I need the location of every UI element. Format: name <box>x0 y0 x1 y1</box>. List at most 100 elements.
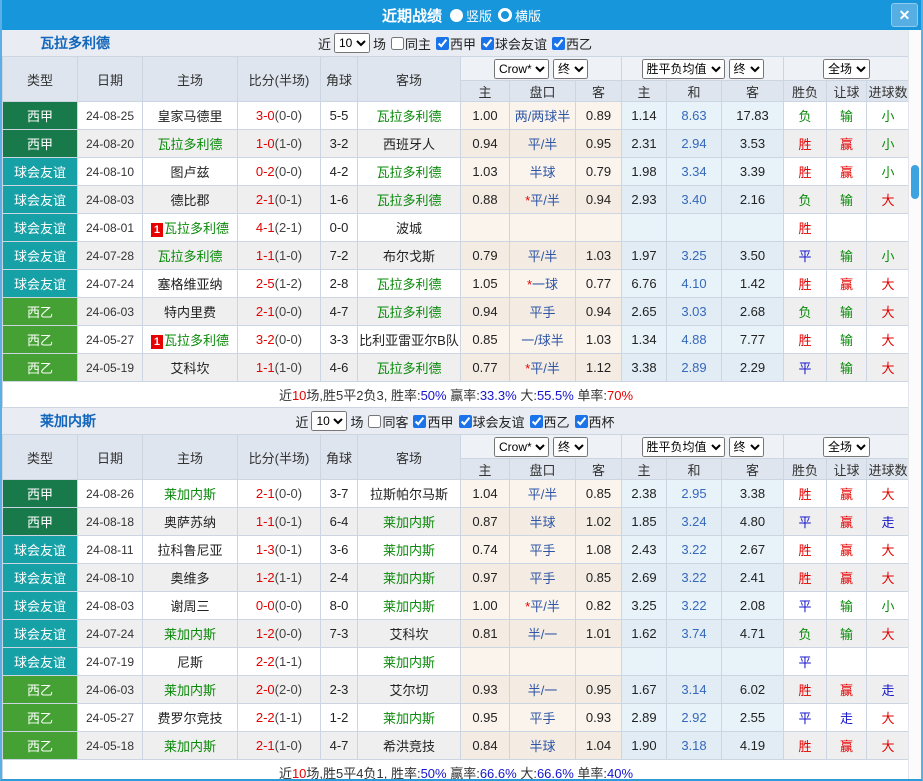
avg-draw: 3.22 <box>666 535 722 564</box>
scope-select[interactable]: 全场 <box>823 436 871 457</box>
corners: 7-3 <box>320 619 358 648</box>
summary-segment: 场,胜5平2负3, 胜率: <box>306 388 421 403</box>
match-date: 24-05-27 <box>77 325 143 354</box>
avg-state-select[interactable]: 终 <box>728 436 764 457</box>
avg-draw: 3.34 <box>666 157 722 186</box>
sub-column-header: 胜负 <box>783 458 828 480</box>
odds-home: 0.94 <box>460 297 510 326</box>
avg-away: 17.83 <box>720 101 785 130</box>
league-badge: 西乙 <box>2 675 78 704</box>
away-team-name: 瓦拉多利德 <box>376 165 442 180</box>
avg-state-select[interactable]: 终 <box>728 58 764 79</box>
league-checkbox[interactable] <box>574 414 588 428</box>
fulltime-score: 1-3 <box>255 542 275 557</box>
corners: 3-2 <box>320 129 358 158</box>
avg-home <box>621 647 667 676</box>
score: 1-0(1-0) <box>237 129 321 158</box>
league-checkbox[interactable] <box>481 36 495 50</box>
scrollbar-track[interactable] <box>908 30 921 779</box>
away-team: 莱加内斯 <box>357 507 461 536</box>
away-team-name: 拉斯帕尔马斯 <box>369 487 448 502</box>
result-goals: 大 <box>866 731 908 760</box>
summary-segment: 赢率: <box>446 766 480 779</box>
home-team-name: 拉科鲁尼亚 <box>157 543 223 558</box>
result-handicap: 输 <box>826 101 868 130</box>
avg-away: 3.39 <box>720 157 785 186</box>
score: 1-1(1-0) <box>237 353 321 382</box>
odds-home: 0.93 <box>460 675 510 704</box>
odds-home: 0.81 <box>460 619 510 648</box>
summary-segment: 55.5% <box>536 388 574 403</box>
layout-radio-vertical[interactable] <box>449 8 463 22</box>
sub-column-header: 客 <box>575 458 622 480</box>
league-checkbox[interactable] <box>436 36 449 50</box>
result-goals: 大 <box>866 479 908 508</box>
result-goals: 走 <box>866 675 908 704</box>
match-row: 球会友谊 24-08-01 1 瓦拉多利德 4-1(2-1) 0-0 波城胜 <box>2 213 908 242</box>
halftime-score: (1-1) <box>274 654 303 669</box>
away-team-name: 莱加内斯 <box>382 711 435 726</box>
odds-source-select[interactable]: Crow* <box>494 58 549 79</box>
recent-count-select[interactable]: 10 <box>333 33 370 53</box>
scope-select[interactable]: 全场 <box>823 58 871 79</box>
fulltime-score: 2-1 <box>255 192 275 207</box>
result-goals: 大 <box>866 185 908 214</box>
avg-away: 2.08 <box>720 591 785 620</box>
league-checkbox-label: 西乙 <box>566 36 593 52</box>
odds-state-select[interactable]: 终 <box>553 58 588 79</box>
league-checkbox[interactable] <box>458 414 472 428</box>
close-button[interactable]: ✕ <box>891 3 918 27</box>
tables-area: 瓦拉多利德近 10 场同主 西甲 球会友谊 西乙 类型 日期 主场 比分(半场) 角球 客场 Crow*… <box>2 30 908 779</box>
fulltime-score: 3-2 <box>255 332 275 347</box>
same-venue-checkbox[interactable] <box>368 414 382 428</box>
sub-column-header: 客 <box>720 80 785 102</box>
handicap: *一球 <box>509 269 576 298</box>
layout-radio-horizontal[interactable] <box>498 8 512 22</box>
handicap: 两/两球半 <box>509 101 576 130</box>
league-badge: 西甲 <box>2 479 78 508</box>
column-header: 主场 <box>142 434 238 480</box>
games-label: 场 <box>372 36 386 52</box>
result-outcome: 平 <box>783 353 828 382</box>
fulltime-score: 2-1 <box>255 486 275 501</box>
summary-segment: 单率: <box>573 388 608 403</box>
score: 1-3(0-1) <box>237 535 321 564</box>
match-date: 24-05-18 <box>77 731 143 760</box>
sub-column-header: 进球数 <box>866 80 908 102</box>
scrollbar-thumb[interactable] <box>911 165 919 199</box>
away-team: 拉斯帕尔马斯 <box>357 479 461 508</box>
away-team: 艾尔切 <box>357 675 461 704</box>
summary-segment: 66.6% <box>479 766 517 779</box>
score: 1-1(0-1) <box>237 507 321 536</box>
avg-type-select[interactable]: 胜平负均值 <box>641 58 725 79</box>
league-checkbox-label: 西杯 <box>588 414 615 430</box>
sub-column-header: 和 <box>666 80 722 102</box>
avg-type-select[interactable]: 胜平负均值 <box>641 436 725 457</box>
odds-away: 1.01 <box>575 619 622 648</box>
result-handicap: 输 <box>826 619 868 648</box>
home-team-name: 瓦拉多利德 <box>163 333 229 348</box>
column-header: 客场 <box>357 56 461 102</box>
match-date: 24-08-25 <box>77 101 143 130</box>
result-outcome: 胜 <box>783 325 828 354</box>
corners <box>320 647 358 676</box>
odds-source-select[interactable]: Crow* <box>494 436 549 457</box>
away-team: 比利亚雷亚尔B队 <box>357 325 461 354</box>
league-checkbox[interactable] <box>413 414 427 428</box>
header-row-top: 类型 日期 主场 比分(半场) 角球 客场 Crow* 终胜平负均值终全场 <box>2 56 908 102</box>
home-team: 奥维多 <box>142 563 238 592</box>
league-checkbox[interactable] <box>552 36 566 50</box>
fulltime-score: 2-0 <box>255 682 275 697</box>
match-date: 24-07-24 <box>77 269 143 298</box>
odds-state-select[interactable]: 终 <box>553 436 588 457</box>
result-goals: 走 <box>866 507 908 536</box>
league-checkbox[interactable] <box>529 414 543 428</box>
recent-label: 近 <box>317 36 331 52</box>
recent-count-select[interactable]: 10 <box>311 411 348 431</box>
away-team-name: 莱加内斯 <box>382 655 435 670</box>
halftime-score: (1-0) <box>274 360 303 375</box>
odds-home: 1.04 <box>460 479 510 508</box>
same-venue-checkbox[interactable] <box>390 36 404 50</box>
sub-column-header: 让球 <box>826 458 868 480</box>
league-checkbox-label: 西乙 <box>543 414 570 430</box>
